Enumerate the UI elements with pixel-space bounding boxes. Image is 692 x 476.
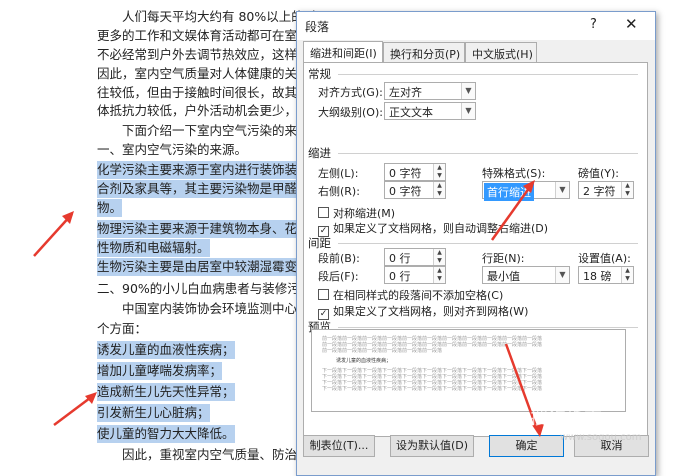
watermark-text: 搜狗指南: [530, 408, 602, 429]
paragraph-dialog: 段落 ? ✕ 缩进和间距(I) 换行和分页(P) 中文版式(H) 常规 对齐方式…: [296, 11, 656, 476]
space-after-label: 段后(F):: [318, 270, 359, 283]
line-spacing-label: 行距(N):: [482, 252, 525, 265]
document-line[interactable]: 因此，室内空气质量对人体健康的关系: [97, 65, 310, 83]
document-line[interactable]: 更多的工作和文娱体育活动都可在室: [97, 27, 297, 45]
document-line[interactable]: 人们每天平均大约有 80%以上的时: [122, 8, 316, 26]
paragraph-preview: 前一段落前一段落前一段落前一段落前一段落前一段落前一段落前一段落前一段落前一段落…: [311, 329, 626, 412]
document-line[interactable]: 诱发儿童的血液性疾病；: [97, 341, 235, 359]
spinner-arrows[interactable]: ▲ ▼: [621, 182, 633, 198]
dialog-titlebar[interactable]: 段落 ? ✕: [297, 12, 655, 40]
preview-sample-line: 诱发儿童的血液性疾病；: [336, 358, 392, 364]
left-indent-label: 左侧(L):: [318, 167, 359, 180]
watermark-url: www.sogou.com: [560, 432, 642, 443]
dialog-title: 段落: [305, 20, 330, 34]
annotation-arrow-left-bottom: [53, 392, 97, 426]
left-indent-spinner[interactable]: 0 字符 ▲ ▼: [384, 163, 446, 181]
spinner-arrows[interactable]: ▲ ▼: [433, 164, 445, 180]
checkbox-box[interactable]: [318, 207, 329, 218]
document-line[interactable]: 引发新生儿心脏病；: [97, 404, 210, 422]
document-line[interactable]: 往较低，但由于接触时间很长，故其累: [97, 84, 310, 102]
indent-by-label: 磅值(Y):: [578, 167, 620, 180]
outline-level-label: 大纲级别(O):: [318, 106, 383, 119]
section-spacing: 间距: [308, 236, 331, 250]
divider: [338, 74, 638, 75]
document-line[interactable]: 造成新生儿先天性异常；: [97, 383, 235, 401]
document-line[interactable]: 物理污染主要来源于建筑物本身、花岗: [97, 220, 310, 238]
document-line[interactable]: 个方面：: [97, 320, 147, 338]
space-after-spinner[interactable]: 0 行 ▲ ▼: [384, 266, 446, 284]
document-line[interactable]: 性物质和电磁辐射。: [97, 239, 210, 257]
document-line[interactable]: 增加儿童哮喘发病率；: [97, 362, 223, 380]
tab-asian-typography[interactable]: 中文版式(H): [465, 42, 537, 62]
divider: [338, 153, 638, 154]
annotation-arrow-special-format: [490, 180, 535, 241]
document-line[interactable]: 体抵抗力较低，户外活动机会更少，因: [97, 102, 310, 120]
section-indent: 缩进: [308, 146, 331, 160]
space-before-spinner[interactable]: 0 行 ▲ ▼: [384, 248, 446, 266]
right-indent-spinner[interactable]: 0 字符 ▲ ▼: [384, 181, 446, 199]
document-line[interactable]: 合剂及家具等，其主要污染物是甲醛、: [97, 180, 310, 198]
chevron-down-icon: ▼: [461, 83, 475, 99]
spacing-at-spinner[interactable]: 18 磅 ▲ ▼: [578, 266, 634, 284]
document-line[interactable]: 使儿童的智力大大降低。: [97, 425, 235, 443]
line-spacing-select[interactable]: 最小值 ▼: [482, 266, 570, 284]
divider: [338, 327, 638, 328]
no-space-same-style-checkbox[interactable]: 在相同样式的段落间不添加空格(C): [318, 287, 503, 303]
alignment-select[interactable]: 左对齐 ▼: [384, 82, 476, 100]
snap-to-grid-checkbox[interactable]: ✓ 如果定义了文档网格，则对齐到网格(W): [318, 303, 528, 320]
space-before-label: 段前(B):: [318, 252, 360, 265]
document-line[interactable]: 生物污染主要是由居室中较潮湿霉变的: [97, 258, 310, 276]
indent-by-spinner[interactable]: 2 字符 ▲ ▼: [578, 181, 634, 199]
set-default-button[interactable]: 设为默认值(D): [390, 435, 474, 457]
chevron-down-icon: ▼: [555, 267, 569, 283]
document-line[interactable]: 不必经常到户外去调节热效应，这样: [97, 46, 297, 64]
document-line[interactable]: 一、室内空气污染的来源。: [97, 141, 247, 159]
document-line[interactable]: 下面介绍一下室内空气污染的来源: [122, 122, 310, 140]
section-general: 常规: [308, 67, 331, 81]
spinner-arrows[interactable]: ▲ ▼: [433, 267, 445, 283]
spinner-arrows[interactable]: ▲ ▼: [621, 267, 633, 283]
annotation-arrow-left-top: [33, 211, 74, 257]
tab-indent-spacing[interactable]: 缩进和间距(I): [303, 41, 383, 63]
spinner-arrows[interactable]: ▲ ▼: [433, 182, 445, 198]
spacing-at-label: 设置值(A):: [578, 252, 631, 265]
tab-stops-button[interactable]: 制表位(T)...: [303, 435, 375, 457]
checkbox-box[interactable]: [318, 289, 329, 300]
mirror-indents-checkbox[interactable]: 对称缩进(M): [318, 205, 395, 221]
chevron-down-icon: ▼: [461, 103, 475, 119]
document-line[interactable]: 物。: [97, 199, 123, 217]
document-line[interactable]: 化学污染主要来源于室内进行装饰装: [97, 161, 298, 179]
tab-line-page-breaks[interactable]: 换行和分页(P): [383, 42, 465, 62]
help-button[interactable]: ?: [590, 17, 597, 32]
close-icon[interactable]: ✕: [625, 15, 638, 33]
preview-previous-line: 前一段落前一段落前一段落前一段落前一段落前一段落: [322, 348, 443, 354]
document-line[interactable]: 中国室内装饰协会环境监测中心主: [122, 300, 310, 318]
chevron-down-icon: ▼: [555, 182, 569, 198]
spinner-arrows[interactable]: ▲ ▼: [433, 249, 445, 265]
alignment-label: 对齐方式(G):: [318, 86, 383, 99]
outline-level-select[interactable]: 正文文本 ▼: [384, 102, 476, 120]
document-line[interactable]: 二、90%的小儿白血病患者与装修污染: [97, 280, 312, 298]
right-indent-label: 右侧(R):: [318, 185, 360, 198]
